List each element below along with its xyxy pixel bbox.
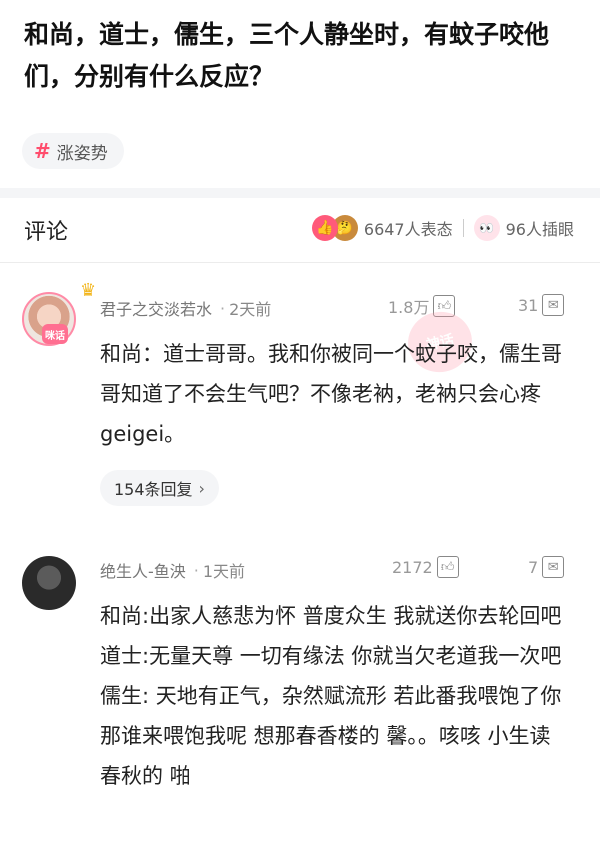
question-title: 和尚，道士，儒生，三个人静坐时，有蚊子咬他们，分别有什么反应？ [24,20,550,91]
view-replies-label: 154条回复 [114,480,193,499]
topic-tag-label: 涨姿势 [56,143,108,164]
comment-meta: 绝生人-鱼泱 · 1天前 [100,558,245,582]
comment-username[interactable]: 君子之交淡若水 [100,296,212,320]
like-reaction-icon: 👍 [311,215,338,241]
avatar[interactable]: 咪话 ♛ [22,282,96,346]
comment-meta: 君子之交淡若水 · 2天前 [100,296,271,320]
topic-tag[interactable]: # 涨姿势 [22,133,124,169]
comment-text: 和尚：道士哥哥。我和你被同一个蚊子咬，儒生哥哥知道了不会生气吧？不像老衲，老衲只… [100,342,562,446]
thumbs-up-icon: 👍︎ [436,556,459,578]
reply-button[interactable]: 31 ✉ [518,294,565,316]
comments-title: 评论 [24,220,69,245]
avatar-badge: 咪话 [42,324,68,344]
header-divider [0,262,600,263]
reaction-divider [462,219,464,237]
reply-count: 7 [528,557,539,577]
reply-count: 31 [518,295,539,315]
like-count: 1.8万 [388,298,430,317]
like-button[interactable]: 2172 👍︎ [392,556,459,578]
reaction-summary[interactable]: 👍 🤔 6647人表态 👀 96人插眼 [311,215,574,241]
view-replies-button[interactable]: 154条回复 › [100,470,219,506]
chevron-right-icon: › [198,478,205,498]
comment-text: 和尚:出家人慈悲为怀 普度众生 我就送你去轮回吧 道士:无量天尊 一切有缘法 你… [100,604,562,788]
meta-dot: · [220,298,226,318]
meta-dot: · [193,560,199,580]
crown-icon: ♛ [80,280,97,301]
section-separator [0,188,600,198]
like-count: 2172 [392,557,433,577]
comment-time: 1天前 [202,562,246,581]
comment-username[interactable]: 绝生人-鱼泱 [100,558,186,582]
hashtag-icon: # [34,139,51,163]
comment-icon: ✉ [542,294,565,316]
reaction-count: 6647人表态 [363,220,453,239]
eyes-icon: 👀 [473,215,500,241]
comment-time: 2天前 [229,300,272,319]
reply-button[interactable]: 7 ✉ [528,556,565,578]
comments-header: 评论 👍 🤔 6647人表态 👀 96人插眼 [0,200,600,262]
comment-icon: ✉ [542,556,565,578]
avatar[interactable] [22,556,76,610]
eyes-count: 96人插眼 [505,220,574,239]
